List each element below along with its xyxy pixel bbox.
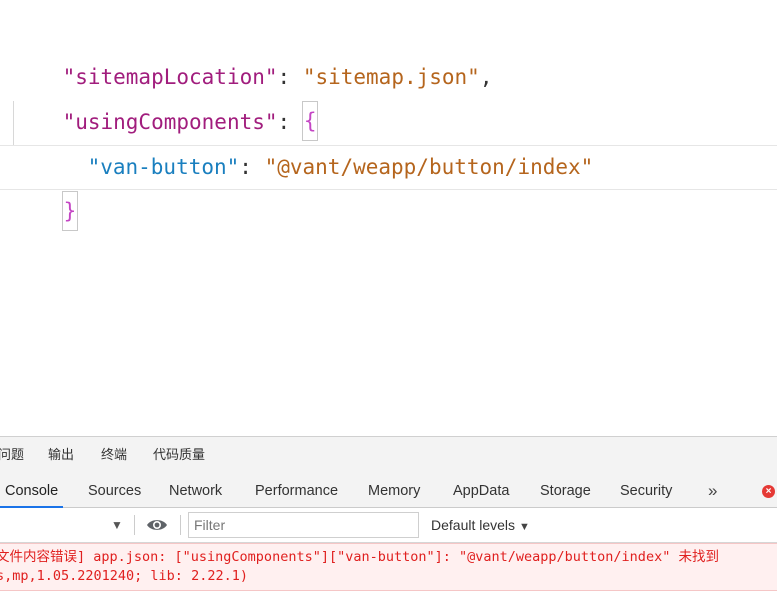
json-brace-close: }: [61, 191, 79, 231]
json-string-value: "sitemap.json": [302, 65, 480, 89]
code-line-van-button: "van-button": "@vant/weapp/button/index": [37, 101, 594, 179]
eye-icon[interactable]: [146, 517, 168, 536]
tab-memory[interactable]: Memory: [368, 475, 420, 507]
panel-tab-bar: 问题 输出 终端 代码质量: [0, 437, 777, 475]
error-count-icon[interactable]: ×: [762, 485, 775, 498]
tab-network[interactable]: Network: [169, 475, 222, 507]
code-editor[interactable]: "sitemapLocation": "sitemap.json", "usin…: [0, 0, 777, 436]
devtools-tab-bar: Console Sources Network Performance Memo…: [0, 475, 777, 508]
log-levels-label: Default levels: [431, 517, 516, 533]
tab-console[interactable]: Console: [0, 475, 64, 508]
code-line-sitemap-location: "sitemapLocation": "sitemap.json",: [12, 11, 493, 89]
console-message-line: 文件内容错误] app.json: ["usingComponents"]["v…: [0, 549, 719, 565]
devtools-panel: 问题 输出 终端 代码质量 Console Sources Network Pe…: [0, 436, 777, 609]
console-toolbar: ▼ Default levels▼: [0, 508, 777, 543]
json-key: "van-button": [87, 155, 240, 179]
panel-tab-code-quality[interactable]: 代码质量: [153, 437, 205, 475]
console-message-line: s,mp,1.05.2201240; lib: 2.22.1): [0, 568, 248, 584]
chevron-down-icon: ▼: [519, 521, 530, 533]
panel-tab-problems[interactable]: 问题: [0, 437, 24, 475]
code-line-close-brace: }: [12, 146, 79, 231]
more-tabs-icon[interactable]: »: [708, 475, 717, 507]
code-line-using-components: "usingComponents": {: [12, 56, 319, 141]
context-dropdown-arrow-icon[interactable]: ▼: [111, 508, 123, 542]
tab-performance[interactable]: Performance: [255, 475, 338, 507]
json-string-value: "@vant/weapp/button/index": [264, 155, 594, 179]
toolbar-divider: [180, 515, 181, 535]
json-colon: :: [239, 155, 265, 179]
panel-tab-terminal[interactable]: 终端: [101, 437, 127, 475]
filter-input[interactable]: [188, 512, 419, 538]
json-comma: ,: [479, 65, 493, 89]
log-levels-dropdown[interactable]: Default levels ▼: [431, 508, 530, 542]
tab-security[interactable]: Security: [620, 475, 672, 507]
console-error-message[interactable]: 文件内容错误] app.json: ["usingComponents"]["v…: [0, 543, 777, 591]
tab-sources[interactable]: Sources: [88, 475, 141, 507]
toolbar-divider: [134, 515, 135, 535]
tab-storage[interactable]: Storage: [540, 475, 591, 507]
tab-appdata[interactable]: AppData: [453, 475, 509, 507]
panel-tab-output[interactable]: 输出: [48, 437, 74, 475]
